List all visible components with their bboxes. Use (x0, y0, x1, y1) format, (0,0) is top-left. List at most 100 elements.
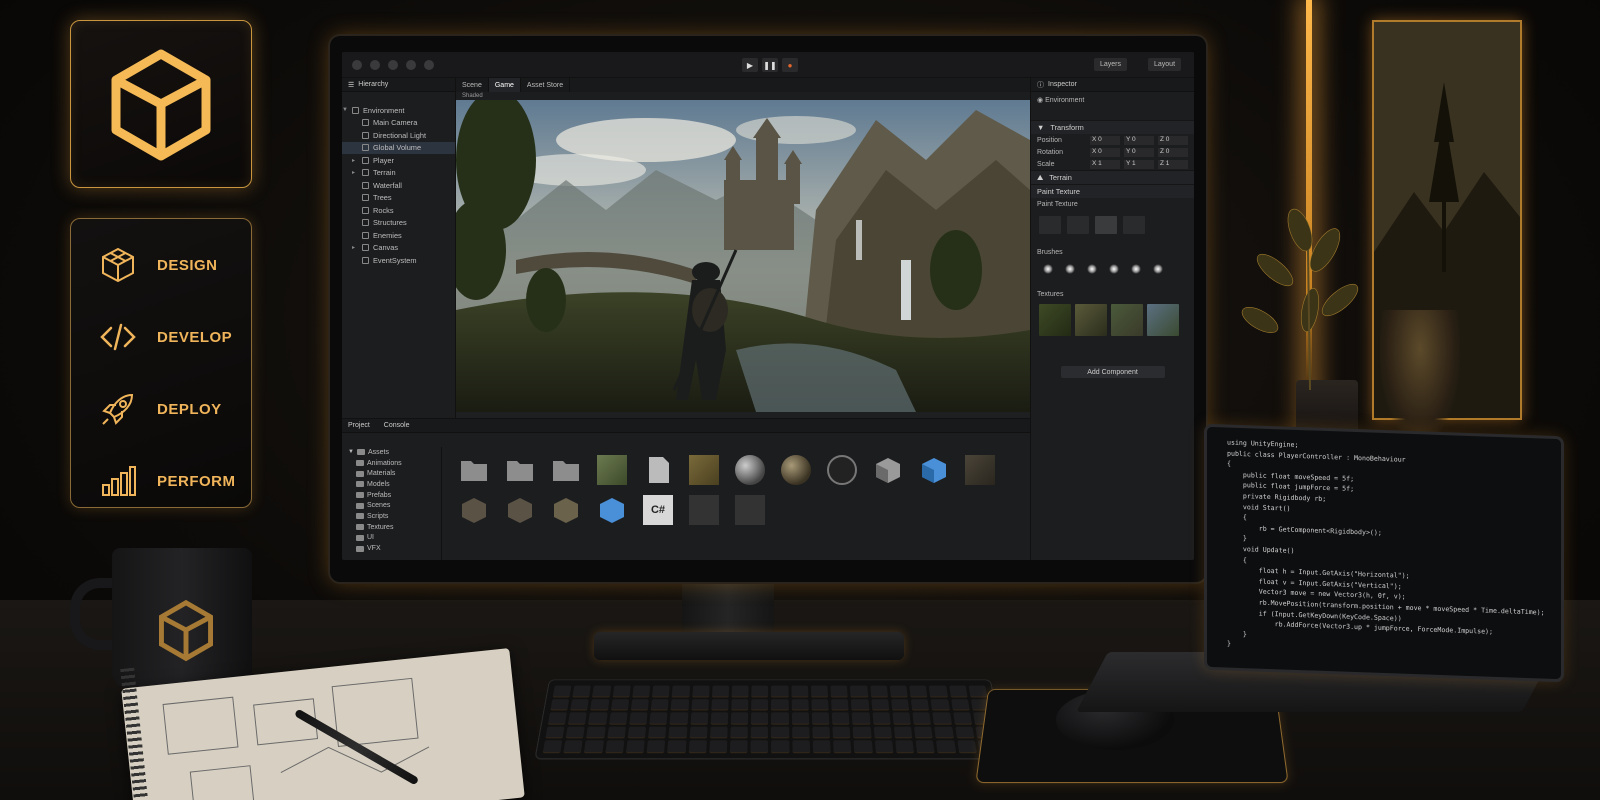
chevron-right-icon[interactable]: ▸ (352, 169, 358, 176)
brush-item[interactable] (1043, 264, 1053, 274)
object-name[interactable]: Environment (1045, 97, 1084, 104)
tab-project[interactable]: Project (348, 422, 370, 429)
asset-item[interactable] (550, 495, 582, 529)
asset-item[interactable] (872, 455, 904, 489)
asset-item[interactable] (596, 495, 628, 529)
y-field[interactable]: Y 0 (1124, 147, 1154, 157)
x-field[interactable]: X 1 (1090, 159, 1120, 169)
hierarchy-item[interactable]: ▸ Terrain (342, 167, 455, 180)
search-icon[interactable] (406, 59, 416, 70)
hierarchy-item[interactable]: Rocks (342, 204, 455, 217)
asset-item[interactable] (826, 455, 858, 489)
x-field[interactable]: X 0 (1090, 147, 1120, 157)
hierarchy-item[interactable]: ▸ Player (342, 154, 455, 167)
tab-scene[interactable]: Scene (456, 78, 489, 92)
smooth-tool[interactable] (1123, 216, 1145, 234)
hierarchy-item[interactable]: Main Camera (342, 117, 455, 130)
menu-item-design[interactable]: DESIGN (71, 229, 251, 301)
asset-item[interactable] (550, 455, 582, 489)
asset-item[interactable] (504, 495, 536, 529)
hierarchy-item[interactable]: Global Volume (342, 141, 455, 154)
paint-holes-tool[interactable] (1067, 216, 1089, 234)
brush-item[interactable] (1153, 264, 1163, 274)
z-field[interactable]: Z 0 (1158, 135, 1188, 145)
cloud-icon[interactable] (370, 59, 380, 70)
menu-item-deploy[interactable]: DEPLOY (71, 373, 251, 445)
keyboard-key (811, 698, 829, 710)
asset-item[interactable]: C# (642, 495, 674, 529)
folder-assets[interactable]: ▼ Assets (342, 447, 441, 458)
step-button[interactable]: ● (782, 58, 798, 72)
texture-thumb[interactable] (1039, 304, 1071, 336)
material-sphere-icon (735, 455, 765, 485)
asset-item[interactable] (964, 455, 996, 489)
brush-item[interactable] (1109, 264, 1119, 274)
texture-thumb[interactable] (1075, 304, 1107, 336)
project-folder[interactable]: Materials (342, 468, 441, 479)
hierarchy-item[interactable]: Structures (342, 217, 455, 230)
hierarchy-item[interactable]: Waterfall (342, 179, 455, 192)
settings-icon[interactable] (424, 59, 434, 70)
chevron-right-icon[interactable]: ▸ (352, 244, 358, 251)
asset-item[interactable] (734, 495, 766, 529)
hierarchy-item[interactable]: Trees (342, 192, 455, 205)
hierarchy-root[interactable]: ▼ Environment (342, 104, 455, 117)
project-folder[interactable]: Scripts (342, 511, 441, 522)
brush-item[interactable] (1065, 264, 1075, 274)
brush-item[interactable] (1087, 264, 1097, 274)
tab-console[interactable]: Console (384, 422, 410, 429)
terrain-header[interactable]: ⛰ Terrain (1031, 170, 1194, 184)
transform-header[interactable]: ▼ Transform (1031, 120, 1194, 134)
y-field[interactable]: Y 0 (1124, 135, 1154, 145)
project-folder[interactable]: Animations (342, 458, 441, 469)
hierarchy-item[interactable]: EventSystem (342, 254, 455, 267)
account-icon[interactable] (352, 59, 362, 70)
project-folder[interactable]: VFX (342, 543, 441, 554)
menu-item-perform[interactable]: PERFORM (71, 445, 251, 517)
paint-texture-dropdown[interactable]: Paint Texture (1031, 198, 1194, 210)
texture-thumb[interactable] (1111, 304, 1143, 336)
pause-button[interactable]: ❚❚ (762, 58, 778, 72)
project-folder[interactable]: Models (342, 479, 441, 490)
asset-item[interactable] (642, 455, 674, 489)
chevron-right-icon[interactable]: ▸ (352, 157, 358, 164)
texture-thumb[interactable] (1147, 304, 1179, 336)
asset-item[interactable] (596, 455, 628, 489)
collab-icon[interactable] (388, 59, 398, 70)
asset-item[interactable] (688, 455, 720, 489)
asset-item[interactable] (734, 455, 766, 489)
brush-item[interactable] (1131, 264, 1141, 274)
x-field[interactable]: X 0 (1090, 135, 1120, 145)
chevron-down-icon[interactable]: ▼ (342, 107, 348, 113)
asset-item[interactable] (458, 455, 490, 489)
z-field[interactable]: Z 1 (1158, 159, 1188, 169)
project-folder[interactable]: UI (342, 533, 441, 544)
asset-item[interactable] (688, 495, 720, 529)
project-folder[interactable]: Prefabs (342, 490, 441, 501)
tab-asset-store[interactable]: Asset Store (521, 78, 571, 92)
hierarchy-item[interactable]: ▸ Canvas (342, 242, 455, 255)
play-button[interactable]: ▶ (742, 58, 758, 72)
tab-hierarchy[interactable]: ☰ Hierarchy (342, 78, 455, 92)
layers-dropdown[interactable]: Layers (1094, 58, 1128, 71)
scene-viewport[interactable] (456, 100, 1030, 412)
hierarchy-item[interactable]: Enemies (342, 229, 455, 242)
raise-terrain-tool[interactable] (1039, 216, 1061, 234)
asset-item[interactable] (504, 455, 536, 489)
add-component-button[interactable]: Add Component (1060, 366, 1165, 378)
asset-item[interactable] (458, 495, 490, 529)
paint-texture-header[interactable]: Paint Texture (1031, 184, 1194, 198)
asset-item[interactable] (918, 455, 950, 489)
y-field[interactable]: Y 1 (1124, 159, 1154, 169)
tab-inspector[interactable]: ⓘ Inspector (1031, 78, 1194, 92)
project-folder[interactable]: Textures (342, 522, 441, 533)
project-folder[interactable]: Scenes (342, 500, 441, 511)
shading-mode-dropdown[interactable]: Shaded (462, 93, 483, 99)
menu-item-develop[interactable]: DEVELOP (71, 301, 251, 373)
paint-texture-tool[interactable] (1095, 216, 1117, 234)
hierarchy-item[interactable]: Directional Light (342, 129, 455, 142)
z-field[interactable]: Z 0 (1158, 147, 1188, 157)
tab-game[interactable]: Game (488, 78, 521, 92)
layout-dropdown[interactable]: Layout (1148, 58, 1182, 71)
asset-item[interactable] (780, 455, 812, 489)
